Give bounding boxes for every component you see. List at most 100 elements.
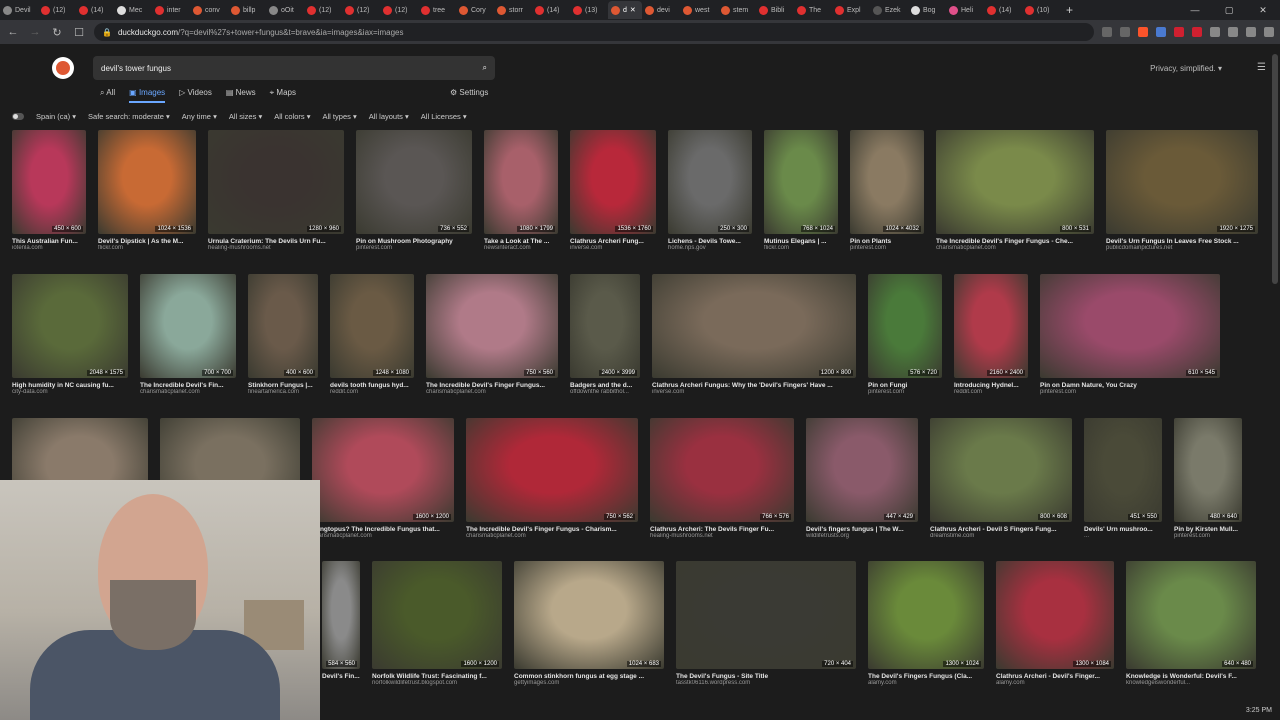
image-result[interactable]: 1024 × 683 Common stinkhorn fungus at egg… — [514, 561, 664, 686]
image-thumbnail[interactable]: 1300 × 1084 — [996, 561, 1114, 669]
image-caption[interactable]: Devil's fingers fungus | The W... — [806, 526, 918, 533]
filter-dropdown[interactable]: Any time ▾ — [182, 112, 217, 121]
browser-tab[interactable]: The — [794, 1, 832, 19]
image-caption[interactable]: Stinkhorn Fungus |... — [248, 382, 318, 389]
zoom-icon[interactable] — [1102, 27, 1112, 37]
image-thumbnail[interactable]: 584 × 560 — [322, 561, 360, 669]
reload-icon[interactable]: ↻ — [50, 26, 64, 39]
image-thumbnail[interactable]: 766 × 576 — [650, 418, 794, 522]
region-toggle[interactable] — [12, 113, 24, 120]
browser-tab[interactable]: oOit — [266, 1, 304, 19]
extension-icon[interactable] — [1174, 27, 1184, 37]
browser-tab[interactable]: Ezek — [870, 1, 908, 19]
image-result[interactable]: 720 × 404 The Devil's Fungus - Site Title… — [676, 561, 856, 686]
filter-dropdown[interactable]: All colors ▾ — [274, 112, 310, 121]
image-caption[interactable]: devils tooth fungus hyd... — [330, 382, 414, 389]
image-caption[interactable]: Devil's Urn Fungus In Leaves Free Stock … — [1106, 238, 1258, 245]
image-thumbnail[interactable]: 1080 × 1799 — [484, 130, 558, 234]
image-thumbnail[interactable]: 400 × 600 — [248, 274, 318, 378]
image-caption[interactable]: Pin on Damn Nature, You Crazy — [1040, 382, 1220, 389]
image-thumbnail[interactable]: 1536 × 1760 — [570, 130, 656, 234]
image-thumbnail[interactable]: 2160 × 2400 — [954, 274, 1028, 378]
duckduckgo-logo[interactable] — [52, 57, 74, 79]
image-caption[interactable]: Pin on Fungi — [868, 382, 942, 389]
image-thumbnail[interactable]: 576 × 720 — [868, 274, 942, 378]
image-thumbnail[interactable]: 700 × 700 — [140, 274, 236, 378]
image-caption[interactable]: Clathrus Archeri: The Devils Finger Fu..… — [650, 526, 794, 533]
image-caption[interactable]: Devil's Fin... — [322, 673, 360, 680]
browser-tab[interactable]: (12) — [304, 1, 342, 19]
search-icon[interactable]: ⌕ — [483, 63, 487, 73]
image-result[interactable]: 480 × 640 Pin by Kirsten Mull... pinterest… — [1174, 418, 1242, 539]
image-thumbnail[interactable]: 1024 × 4032 — [850, 130, 924, 234]
image-caption[interactable]: The Incredible Devil's Finger Fungus... — [426, 382, 558, 389]
tab-news[interactable]: ▤ News — [226, 88, 256, 103]
settings-link[interactable]: ⚙ Settings — [450, 88, 488, 97]
image-result[interactable]: 250 × 300 Lichens - Devils Towe... home.np… — [668, 130, 752, 251]
browser-tab[interactable]: Mec — [114, 1, 152, 19]
image-thumbnail[interactable]: 750 × 560 — [426, 274, 558, 378]
image-thumbnail[interactable]: 451 × 550 — [1084, 418, 1162, 522]
image-caption[interactable]: Pin on Mushroom Photography — [356, 238, 472, 245]
image-caption[interactable]: The Devil's Fungus - Site Title — [676, 673, 856, 680]
image-result[interactable]: 2160 × 2400 Introducing Hydnel... reddit.c… — [954, 274, 1028, 395]
image-caption[interactable]: High humidity in NC causing fu... — [12, 382, 128, 389]
image-caption[interactable]: The Devil's Fingers Fungus (Cla... — [868, 673, 984, 680]
browser-tab[interactable]: Bog — [908, 1, 946, 19]
filter-dropdown[interactable]: Spain (ca) ▾ — [36, 112, 76, 121]
image-result[interactable]: 1280 × 960 Urnula Craterium: The Devils U… — [208, 130, 344, 251]
privacy-menu[interactable]: Privacy, simplified. ▾ — [1150, 64, 1222, 73]
image-thumbnail[interactable]: 1920 × 1275 — [1106, 130, 1258, 234]
filter-dropdown[interactable]: All Licenses ▾ — [421, 112, 467, 121]
maximize-icon[interactable]: ▢ — [1212, 0, 1246, 20]
image-result[interactable]: 1200 × 800 Clathrus Archeri Fungus: Why t… — [652, 274, 856, 395]
filter-dropdown[interactable]: Safe search: moderate ▾ — [88, 112, 170, 121]
tab-maps[interactable]: ⌖ Maps — [270, 88, 296, 103]
browser-tab[interactable]: billp — [228, 1, 266, 19]
image-caption[interactable]: Clathrus Archeri Fungus: Why the 'Devil'… — [652, 382, 856, 389]
image-result[interactable]: 1600 × 1200 Fungtopus? The Incredible Fun… — [312, 418, 454, 539]
image-thumbnail[interactable]: 250 × 300 — [668, 130, 752, 234]
image-result[interactable]: 1600 × 1200 Norfolk Wildlife Trust: Fasci… — [372, 561, 502, 686]
image-result[interactable]: 1248 × 1080 devils tooth fungus hyd... red… — [330, 274, 414, 395]
image-thumbnail[interactable]: 1600 × 1200 — [372, 561, 502, 669]
browser-tab[interactable]: stem — [718, 1, 756, 19]
image-caption[interactable]: Clathrus Archeri Fung... — [570, 238, 656, 245]
image-thumbnail[interactable]: 2048 × 1575 — [12, 274, 128, 378]
image-thumbnail[interactable]: 768 × 1024 — [764, 130, 838, 234]
browser-tab[interactable]: inter — [152, 1, 190, 19]
image-caption[interactable]: Devil's Dipstick | As the M... — [98, 238, 196, 245]
image-result[interactable]: 766 × 576 Clathrus Archeri: The Devils Fi… — [650, 418, 794, 539]
image-result[interactable]: 451 × 550 Devils' Urn mushroo...... — [1084, 418, 1162, 539]
image-result[interactable]: 750 × 560 The Incredible Devil's Finger F… — [426, 274, 558, 395]
brave-shield-icon[interactable] — [1138, 27, 1148, 37]
filter-dropdown[interactable]: All types ▾ — [323, 112, 357, 121]
image-caption[interactable]: Devils' Urn mushroo... — [1084, 526, 1162, 533]
image-result[interactable]: 1536 × 1760 Clathrus Archeri Fung... inver… — [570, 130, 656, 251]
forward-icon[interactable]: → — [28, 26, 42, 38]
image-thumbnail[interactable]: 2400 × 3999 — [570, 274, 640, 378]
image-thumbnail[interactable]: 610 × 545 — [1040, 274, 1220, 378]
browser-tab[interactable]: Cory — [456, 1, 494, 19]
image-result[interactable]: 768 × 1024 Mutinus Elegans | ... flickr.co… — [764, 130, 838, 251]
image-caption[interactable]: Norfolk Wildlife Trust: Fascinating f... — [372, 673, 502, 680]
browser-tab[interactable]: (13) — [570, 1, 608, 19]
image-result[interactable]: 447 × 429 Devil's fingers fungus | The W.… — [806, 418, 918, 539]
search-input[interactable]: devil's tower fungus — [101, 64, 171, 73]
puzzle-icon[interactable] — [1210, 27, 1220, 37]
filter-dropdown[interactable]: All layouts ▾ — [369, 112, 409, 121]
image-thumbnail[interactable]: 800 × 608 — [930, 418, 1072, 522]
image-thumbnail[interactable]: 750 × 562 — [466, 418, 638, 522]
tab-videos[interactable]: ▷ Videos — [179, 88, 212, 103]
image-caption[interactable]: Knowledge is Wonderful: Devil's F... — [1126, 673, 1256, 680]
close-icon[interactable]: ✕ — [1246, 0, 1280, 20]
browser-tab[interactable]: (14) — [532, 1, 570, 19]
image-result[interactable]: 750 × 562 The Incredible Devil's Finger F… — [466, 418, 638, 539]
image-result[interactable]: 610 × 545 Pin on Damn Nature, You Crazy pi… — [1040, 274, 1220, 395]
image-caption[interactable]: Urnula Craterium: The Devils Urn Fu... — [208, 238, 344, 245]
back-icon[interactable]: ← — [6, 26, 20, 38]
scrollbar[interactable] — [1272, 54, 1278, 284]
image-result[interactable]: 736 × 552 Pin on Mushroom Photography pint… — [356, 130, 472, 251]
image-caption[interactable]: Clathrus Archeri - Devil's Finger... — [996, 673, 1114, 680]
image-caption[interactable]: The Incredible Devil's Finger Fungus - C… — [936, 238, 1094, 245]
